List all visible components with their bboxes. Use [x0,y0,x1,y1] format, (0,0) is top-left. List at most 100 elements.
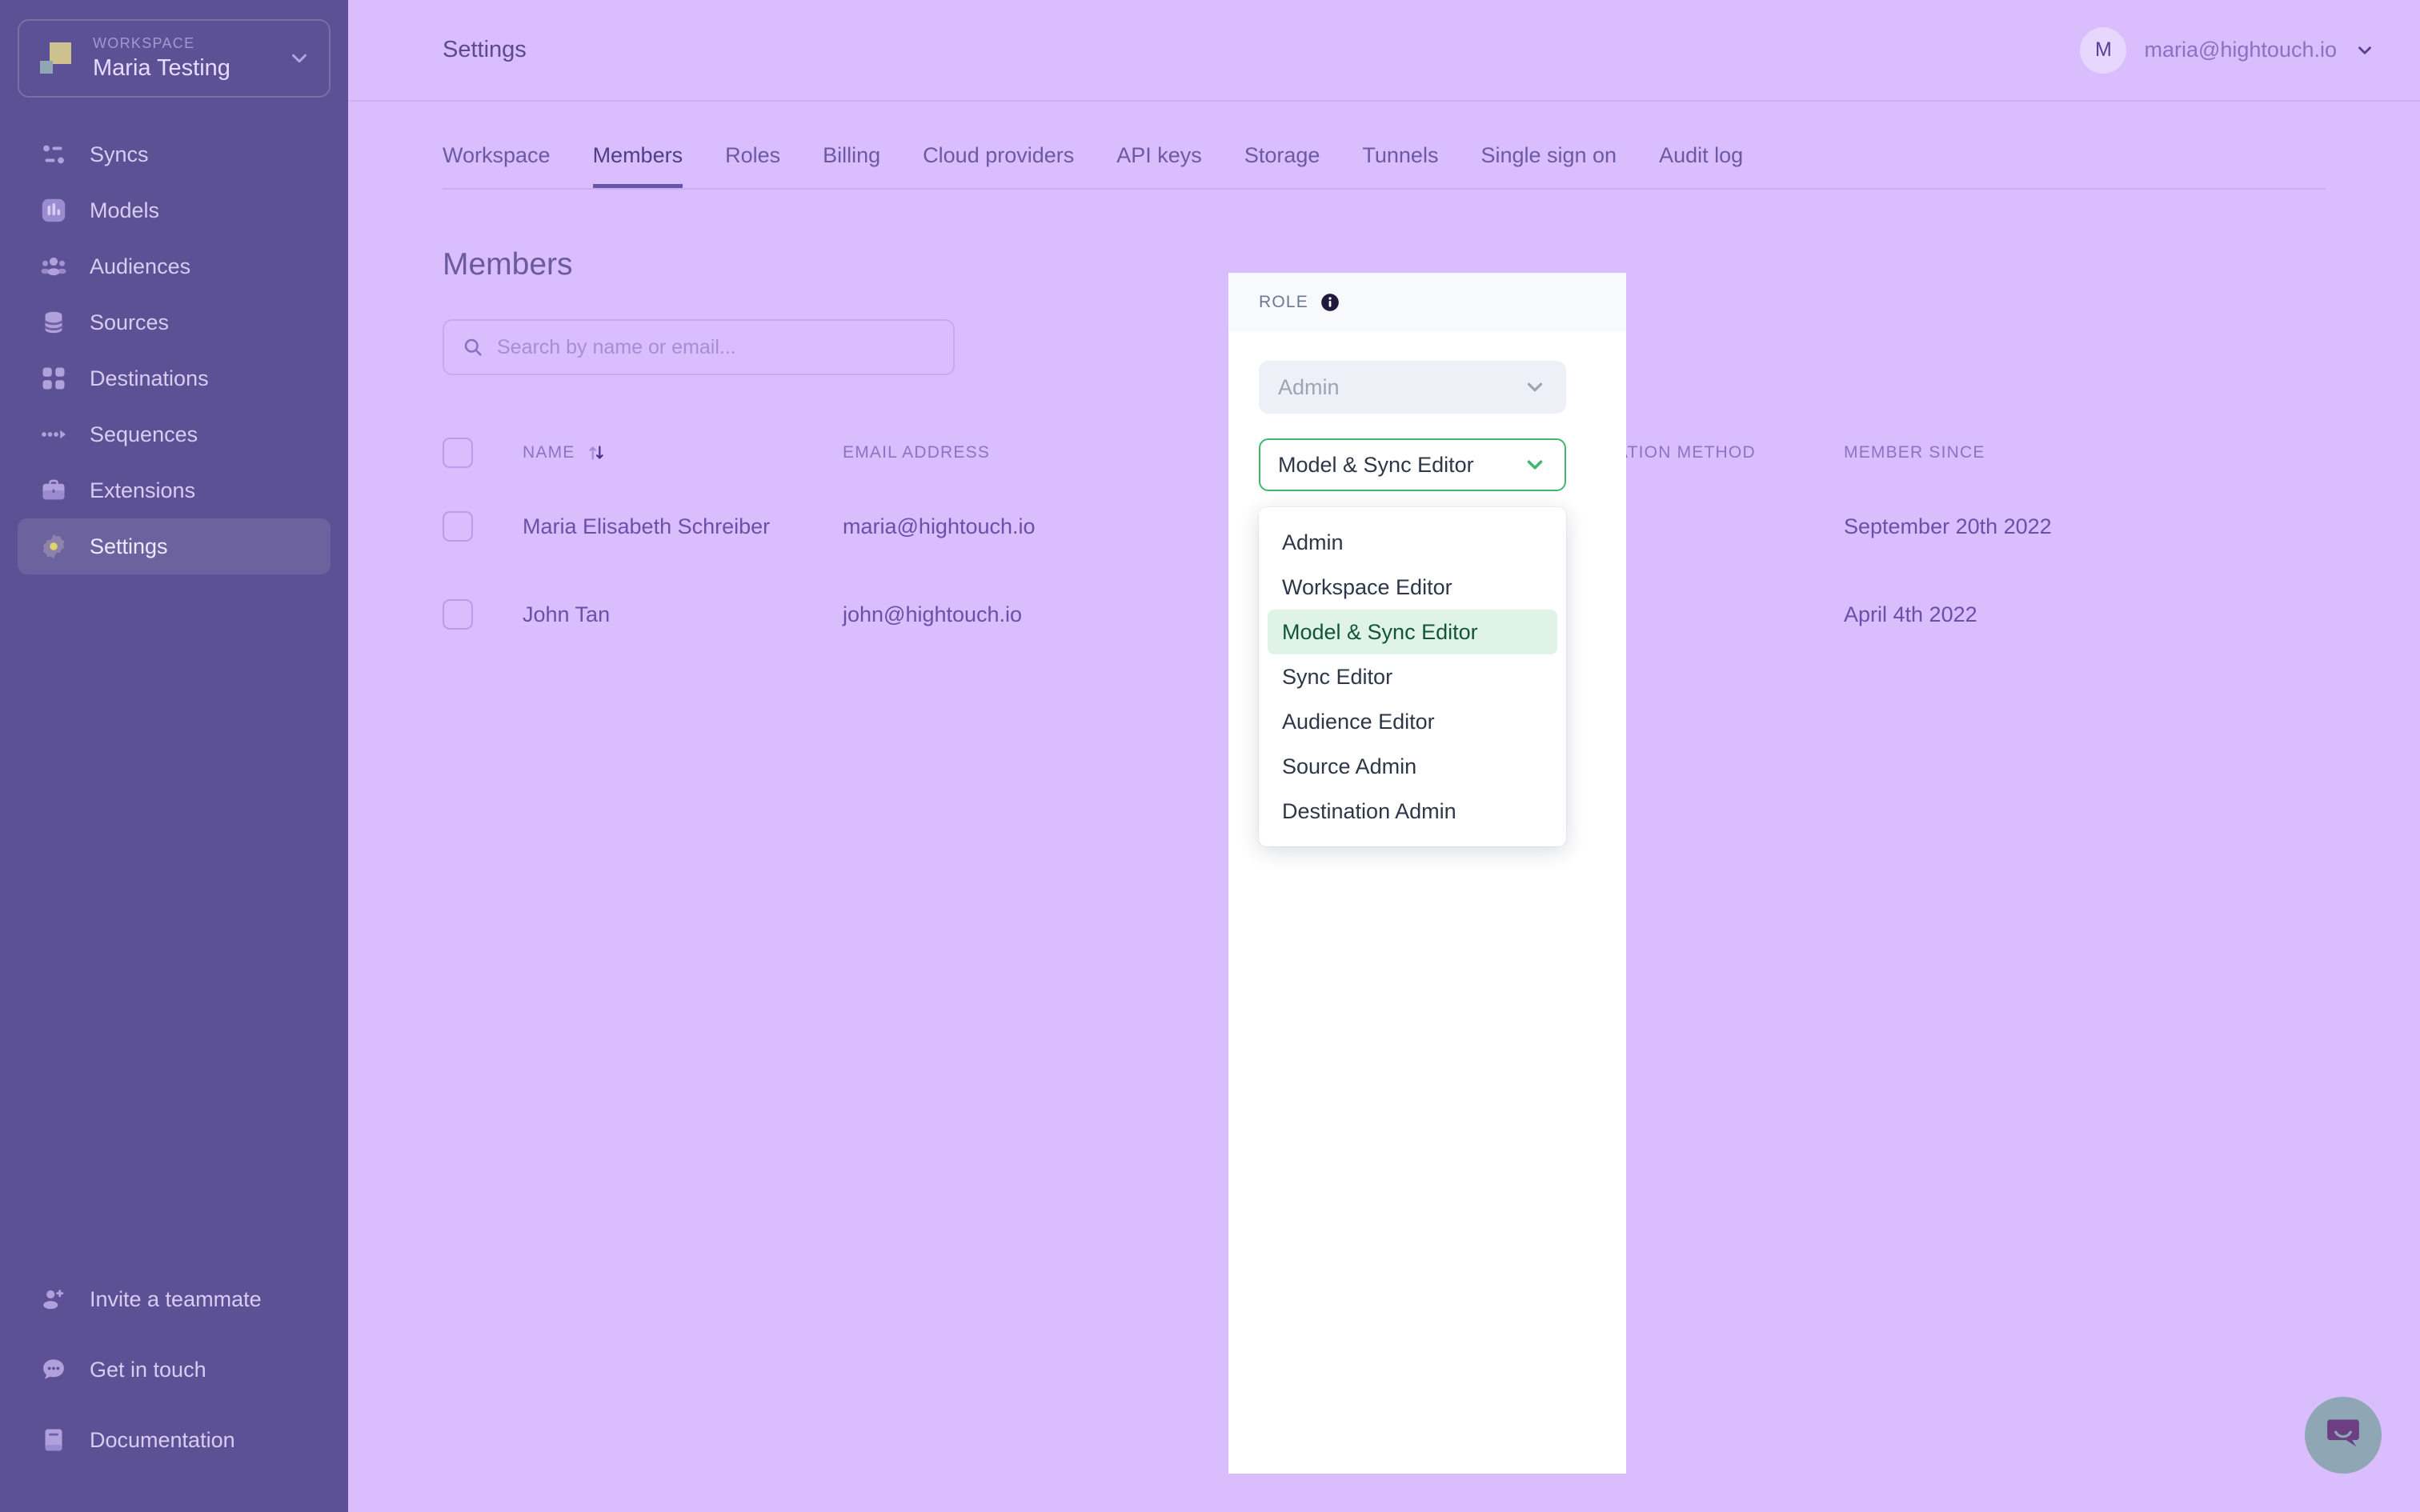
select-all-checkbox[interactable] [443,438,473,468]
role-select-row-1[interactable]: Model & Sync Editor [1259,438,1566,491]
column-header-email-label: EMAIL ADDRESS [843,443,991,462]
role-option-model-sync-editor[interactable]: Model & Sync Editor [1268,610,1557,654]
page-header-title: Settings [443,37,527,62]
chevron-down-icon [1523,375,1547,399]
search-input[interactable] [497,335,936,359]
sidebar-item-documentation[interactable]: Documentation [18,1405,331,1475]
sidebar-item-label: Extensions [90,478,196,502]
chevron-down-icon [1523,453,1547,477]
row-checkbox[interactable] [443,599,473,630]
avatar: M [2080,26,2127,74]
sidebar-nav: Syncs Models Audiences Sources Destinati… [0,126,348,574]
row-checkbox[interactable] [443,511,473,542]
tab-roles[interactable]: Roles [725,143,780,188]
book-icon [35,1422,72,1458]
tab-api-keys[interactable]: API keys [1116,143,1202,188]
role-option-audience-editor[interactable]: Audience Editor [1268,699,1557,744]
sidebar-item-models[interactable]: Models [18,182,331,238]
role-panel-body: Admin Model & Sync Editor Admin Workspac… [1228,332,1626,846]
cell-name: John Tan [523,602,611,626]
search-box[interactable] [443,319,955,375]
column-header-name[interactable]: NAME [523,442,843,463]
column-header-email[interactable]: EMAIL ADDRESS [843,443,1177,462]
user-plus-icon [35,1281,72,1318]
chevron-down-icon [2354,40,2375,61]
role-option-destination-admin[interactable]: Destination Admin [1268,789,1557,834]
sidebar-item-label: Syncs [90,142,149,166]
chat-launcher-button[interactable] [2305,1397,2382,1474]
cell-email: john@hightouch.io [843,602,1023,626]
topbar: Settings M maria@hightouch.io [348,0,2420,102]
tab-storage[interactable]: Storage [1244,143,1320,188]
row-select-cell [443,599,523,630]
settings-tabs: Workspace Members Roles Billing Cloud pr… [443,102,2326,190]
role-select-row-0[interactable]: Admin [1259,361,1566,414]
sidebar-item-label: Sequences [90,422,198,446]
sidebar-item-label: Models [90,198,160,222]
info-icon[interactable] [1320,292,1340,313]
cell-name: Maria Elisabeth Schreiber [523,514,771,538]
briefcase-icon [35,472,72,509]
sidebar-item-label: Sources [90,310,170,334]
sidebar-item-label: Destinations [90,366,209,390]
gear-icon [35,528,72,565]
chevron-down-icon [287,46,311,70]
sidebar-item-label: Invite a teammate [90,1286,262,1311]
sort-icon[interactable] [586,442,607,463]
row-select-cell [443,511,523,542]
role-option-workspace-editor[interactable]: Workspace Editor [1268,565,1557,610]
workspace-switcher[interactable]: WORKSPACE Maria Testing [18,19,331,98]
cell-email: maria@hightouch.io [843,514,1036,538]
tab-single-sign-on[interactable]: Single sign on [1480,143,1617,188]
role-option-admin[interactable]: Admin [1268,520,1557,565]
role-column-header: ROLE [1228,273,1626,332]
search-icon [462,336,484,358]
role-row-gap [1259,414,1596,438]
workspace-label: WORKSPACE [93,35,195,51]
cell-since: April 4th 2022 [1844,602,1977,626]
workspace-text: WORKSPACE Maria Testing [93,34,287,82]
chat-bubble-icon [2321,1411,2366,1460]
column-header-since-label: MEMBER SINCE [1844,443,1985,462]
role-select-value: Admin [1278,374,1340,399]
main-content: Settings M maria@hightouch.io Workspace … [348,0,2420,1512]
sidebar-bottom-nav: Invite a teammate Get in touch Documenta… [0,1264,348,1475]
role-dropdown-menu: Admin Workspace Editor Model & Sync Edit… [1259,507,1566,846]
sidebar-item-get-in-touch[interactable]: Get in touch [18,1334,331,1405]
sidebar-item-destinations[interactable]: Destinations [18,350,331,406]
user-account-menu[interactable]: M maria@hightouch.io [2080,26,2375,74]
sidebar-item-settings[interactable]: Settings [18,518,331,574]
sidebar: WORKSPACE Maria Testing Syncs Models Aud… [0,0,348,1512]
sidebar-item-audiences[interactable]: Audiences [18,238,331,294]
tab-tunnels[interactable]: Tunnels [1362,143,1438,188]
user-email-label: maria@hightouch.io [2144,38,2337,62]
column-header-since: MEMBER SINCE [1844,443,2180,462]
sliders-icon [35,136,72,173]
sidebar-item-label: Settings [90,534,168,558]
people-icon [35,248,72,285]
role-option-source-admin[interactable]: Source Admin [1268,744,1557,789]
tab-members[interactable]: Members [592,143,683,188]
tab-workspace[interactable]: Workspace [443,143,551,188]
role-option-sync-editor[interactable]: Sync Editor [1268,654,1557,699]
tab-audit-log[interactable]: Audit log [1659,143,1743,188]
cell-since: September 20th 2022 [1844,514,2052,538]
sidebar-item-label: Audiences [90,254,191,278]
dots-arrow-icon [35,416,72,453]
select-all-cell [443,438,523,468]
column-header-name-label: NAME [523,443,575,462]
bar-chart-icon [35,192,72,229]
sidebar-item-sequences[interactable]: Sequences [18,406,331,462]
chat-icon [35,1351,72,1388]
sidebar-item-extensions[interactable]: Extensions [18,462,331,518]
tab-cloud-providers[interactable]: Cloud providers [923,143,1074,188]
sidebar-item-sources[interactable]: Sources [18,294,331,350]
sidebar-item-invite-teammate[interactable]: Invite a teammate [18,1264,331,1334]
sidebar-item-label: Documentation [90,1427,235,1452]
sidebar-item-label: Get in touch [90,1357,206,1382]
sidebar-item-syncs[interactable]: Syncs [18,126,331,182]
grid-icon [35,360,72,397]
tab-billing[interactable]: Billing [823,143,880,188]
database-icon [35,304,72,341]
